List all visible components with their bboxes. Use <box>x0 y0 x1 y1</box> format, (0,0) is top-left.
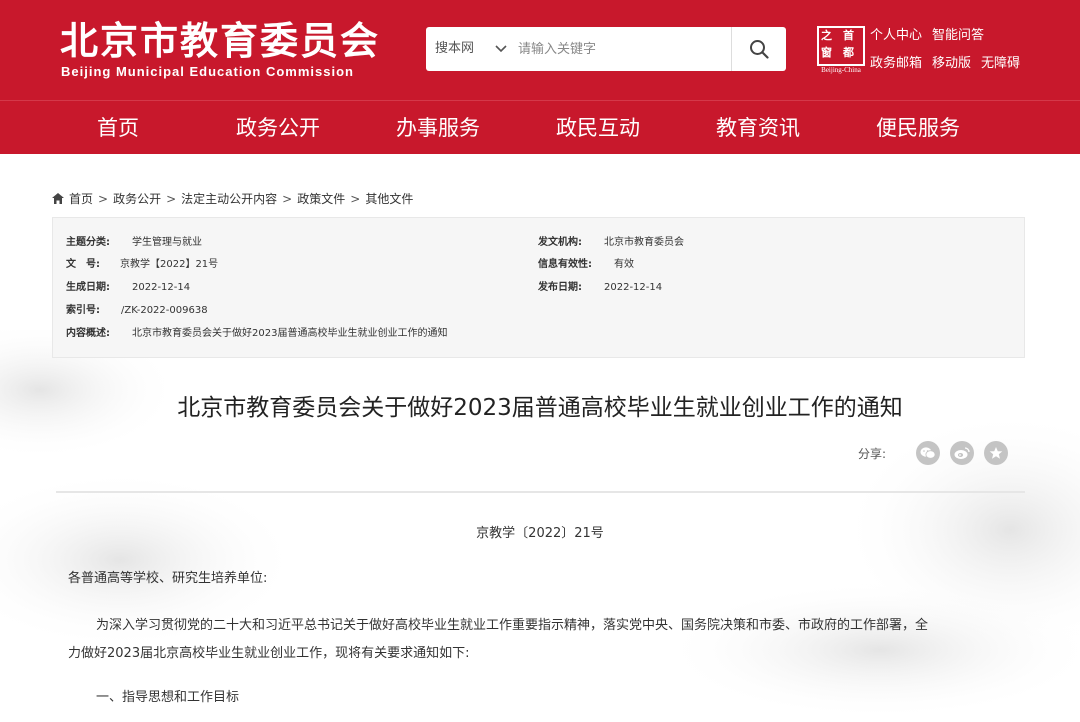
emblem-char-4: 窗 <box>821 46 832 59</box>
section-heading-1: 一、指导思想和工作目标 <box>96 690 240 705</box>
paragraph-intro: 为深入学习贯彻党的二十大和习近平总书记关于做好高校毕业生就业工作重要指示精神，落… <box>68 612 1008 668</box>
meta-index-value: /ZK-2022-009638 <box>121 305 208 316</box>
breadcrumb-separator: > <box>350 191 361 206</box>
breadcrumb: 首页 > 政务公开 > 法定主动公开内容 > 政策文件 > 其他文件 <box>52 190 413 207</box>
emblem-caption: Beijing-China <box>821 66 861 74</box>
site-logo-chinese[interactable]: 北京市教育委员会 <box>60 18 380 64</box>
meta-validity-value: 有效 <box>614 259 634 270</box>
meta-docno-value: 京教学【2022】21号 <box>120 259 219 270</box>
title-divider <box>56 491 1025 493</box>
wechat-icon[interactable] <box>916 441 941 465</box>
nav-item-edu-news[interactable]: 教育资讯 <box>678 101 838 155</box>
meta-index-label: 索引号: <box>66 305 100 316</box>
chevron-down-icon[interactable] <box>494 42 508 56</box>
meta-issuer: 发文机构: 北京市教育委员会 <box>538 236 684 250</box>
meta-docno: 文 号: 京教学【2022】21号 <box>66 258 218 272</box>
home-icon <box>52 193 64 204</box>
meta-summary: 内容概述: 北京市教育委员会关于做好2023届普通高校毕业生就业创业工作的通知 <box>66 327 447 341</box>
link-smart-qa[interactable]: 智能问答 <box>932 26 984 46</box>
breadcrumb-separator: > <box>166 191 177 206</box>
meta-created: 生成日期: 2022-12-14 <box>66 281 190 295</box>
breadcrumb-separator: > <box>98 191 109 206</box>
emblem-char-1: 之 <box>821 29 832 42</box>
nav-item-services[interactable]: 办事服务 <box>358 101 518 155</box>
header-links: 个人中心 智能问答 政务邮箱 移动版 无障碍 <box>870 26 1050 82</box>
nav-item-interaction[interactable]: 政民互动 <box>518 101 678 155</box>
breadcrumb-gov-affairs[interactable]: 政务公开 <box>113 190 161 207</box>
main-nav: 首页 政务公开 办事服务 政民互动 教育资讯 便民服务 <box>0 100 1080 154</box>
capital-window-emblem[interactable]: 之 首 都 窗 Beijing-China <box>817 26 865 76</box>
weibo-icon[interactable] <box>950 441 975 465</box>
meta-published: 发布日期: 2022-12-14 <box>538 281 662 295</box>
meta-issuer-label: 发文机构: <box>538 237 582 248</box>
meta-topic: 主题分类: 学生管理与就业 <box>66 236 202 250</box>
meta-index: 索引号: /ZK-2022-009638 <box>66 304 208 318</box>
meta-summary-value: 北京市教育委员会关于做好2023届普通高校毕业生就业创业工作的通知 <box>132 328 448 339</box>
meta-issuer-value: 北京市教育委员会 <box>604 237 684 248</box>
breadcrumb-home[interactable]: 首页 <box>69 190 93 207</box>
nav-item-gov-affairs[interactable]: 政务公开 <box>198 101 358 155</box>
link-personal-center[interactable]: 个人中心 <box>870 26 922 46</box>
breadcrumb-statutory[interactable]: 法定主动公开内容 <box>181 190 277 207</box>
site-logo-english[interactable]: Beijing Municipal Education Commission <box>61 64 354 79</box>
salutation: 各普通高等学校、研究生培养单位: <box>68 571 268 586</box>
emblem-char-3: 都 <box>843 46 854 59</box>
site-header: 北京市教育委员会 Beijing Municipal Education Com… <box>0 0 1080 100</box>
document-number: 京教学〔2022〕21号 <box>476 526 604 541</box>
meta-published-value: 2022-12-14 <box>604 282 663 293</box>
search-button[interactable] <box>732 27 786 71</box>
link-mobile-version[interactable]: 移动版 <box>932 54 971 74</box>
article-title: 北京市教育委员会关于做好2023届普通高校毕业生就业创业工作的通知 <box>177 395 903 421</box>
search-bar: 搜本网 <box>426 27 786 71</box>
document-metadata: 主题分类: 学生管理与就业 发文机构: 北京市教育委员会 文 号: 京教学【20… <box>52 217 1025 358</box>
breadcrumb-other-docs[interactable]: 其他文件 <box>365 190 413 207</box>
search-input[interactable] <box>518 35 728 63</box>
emblem-char-2: 首 <box>843 29 854 42</box>
meta-validity-label: 信息有效性: <box>538 259 592 270</box>
paragraph-intro-line-2: 力做好2023届北京高校毕业生就业创业工作，现将有关要求通知如下: <box>68 646 470 661</box>
breadcrumb-policy-docs[interactable]: 政策文件 <box>297 190 345 207</box>
meta-validity: 信息有效性: 有效 <box>538 258 634 272</box>
nav-item-convenience[interactable]: 便民服务 <box>838 101 998 155</box>
favorite-icon[interactable] <box>984 441 1009 465</box>
paragraph-intro-line-1: 为深入学习贯彻党的二十大和习近平总书记关于做好高校毕业生就业工作重要指示精神，落… <box>96 618 929 633</box>
nav-item-home[interactable]: 首页 <box>38 101 198 155</box>
link-accessibility[interactable]: 无障碍 <box>981 54 1020 74</box>
search-scope-select[interactable]: 搜本网 <box>435 27 474 71</box>
share-label: 分享: <box>858 446 887 461</box>
meta-docno-label: 文 号: <box>66 259 100 270</box>
meta-created-label: 生成日期: <box>66 282 110 293</box>
breadcrumb-separator: > <box>282 191 293 206</box>
share-bar: 分享: <box>858 441 1009 465</box>
meta-topic-label: 主题分类: <box>66 237 110 248</box>
meta-published-label: 发布日期: <box>538 282 582 293</box>
meta-created-value: 2022-12-14 <box>132 282 191 293</box>
search-icon <box>750 40 769 59</box>
link-gov-mailbox[interactable]: 政务邮箱 <box>870 54 922 74</box>
meta-topic-value: 学生管理与就业 <box>132 237 202 248</box>
meta-summary-label: 内容概述: <box>66 328 110 339</box>
